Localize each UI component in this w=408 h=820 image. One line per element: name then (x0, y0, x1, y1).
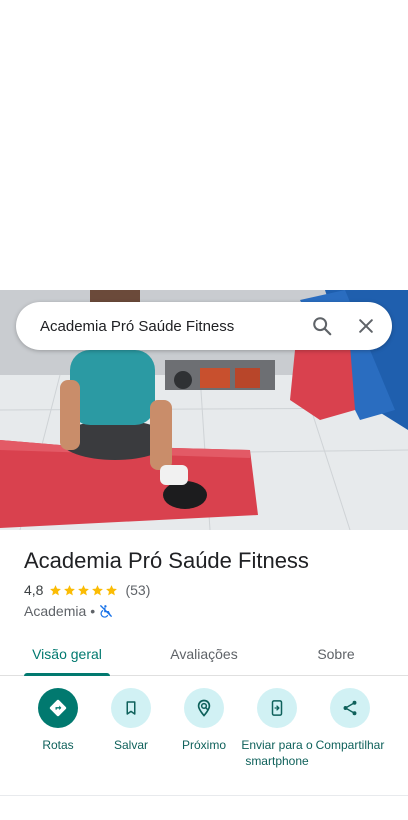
active-tab-indicator (24, 673, 110, 676)
star-icon (50, 584, 62, 595)
directions-button-circle[interactable] (38, 688, 78, 728)
rating-stars (49, 584, 119, 597)
save-label: Salvar (113, 738, 148, 752)
bookmark-icon (126, 701, 136, 715)
share-button-circle[interactable] (330, 688, 370, 728)
send-to-phone-button-circle[interactable] (257, 688, 297, 728)
action-buttons: Rotas Salvar Próximo Enviar para o smart… (0, 688, 408, 788)
no-wheelchair-icon[interactable] (99, 604, 113, 618)
save-button[interactable]: Salvar (94, 688, 168, 753)
star-icon (106, 584, 118, 595)
save-button-circle[interactable] (111, 688, 151, 728)
search-input[interactable]: Academia Pró Saúde Fitness (16, 318, 302, 335)
place-category: Academia (24, 603, 87, 619)
tab-reviews[interactable]: Avaliações (158, 632, 250, 676)
directions-icon (49, 699, 67, 717)
share-button[interactable]: Compartilhar (313, 688, 387, 753)
separator-dot: • (90, 603, 96, 619)
search-bar[interactable]: Academia Pró Saúde Fitness (16, 302, 392, 350)
send-to-phone-icon (271, 700, 283, 716)
tab-about[interactable]: Sobre (306, 632, 366, 676)
tab-bar: Visão geral Avaliações Sobre (0, 632, 408, 676)
directions-button[interactable]: Rotas (21, 688, 95, 753)
rating-value: 4,8 (24, 582, 44, 598)
nearby-button-circle[interactable] (184, 688, 224, 728)
tab-overview[interactable]: Visão geral (24, 632, 110, 676)
search-button[interactable] (302, 306, 342, 346)
search-icon (313, 317, 332, 336)
directions-label: Rotas (42, 738, 74, 752)
star-icon (78, 584, 90, 595)
close-button[interactable] (346, 306, 386, 346)
star-icon (64, 584, 76, 595)
category-row: Academia • (24, 603, 113, 619)
nearby-label: Próximo (181, 738, 226, 752)
bottom-divider (0, 795, 408, 796)
share-label: Compartilhar (315, 738, 385, 752)
map-area-blank (0, 0, 408, 290)
review-count[interactable]: (53) (125, 582, 150, 598)
send-to-phone-button[interactable]: Enviar para o smartphone (240, 688, 314, 769)
nearby-button[interactable]: Próximo (167, 688, 241, 753)
rating-row[interactable]: 4,8 (53) (24, 582, 150, 598)
star-icon (92, 584, 104, 595)
share-icon (343, 700, 357, 716)
nearby-icon (197, 699, 211, 717)
send-to-phone-label: Enviar para o smartphone (241, 738, 313, 768)
place-title: Academia Pró Saúde Fitness (24, 548, 309, 573)
close-icon (359, 319, 373, 333)
